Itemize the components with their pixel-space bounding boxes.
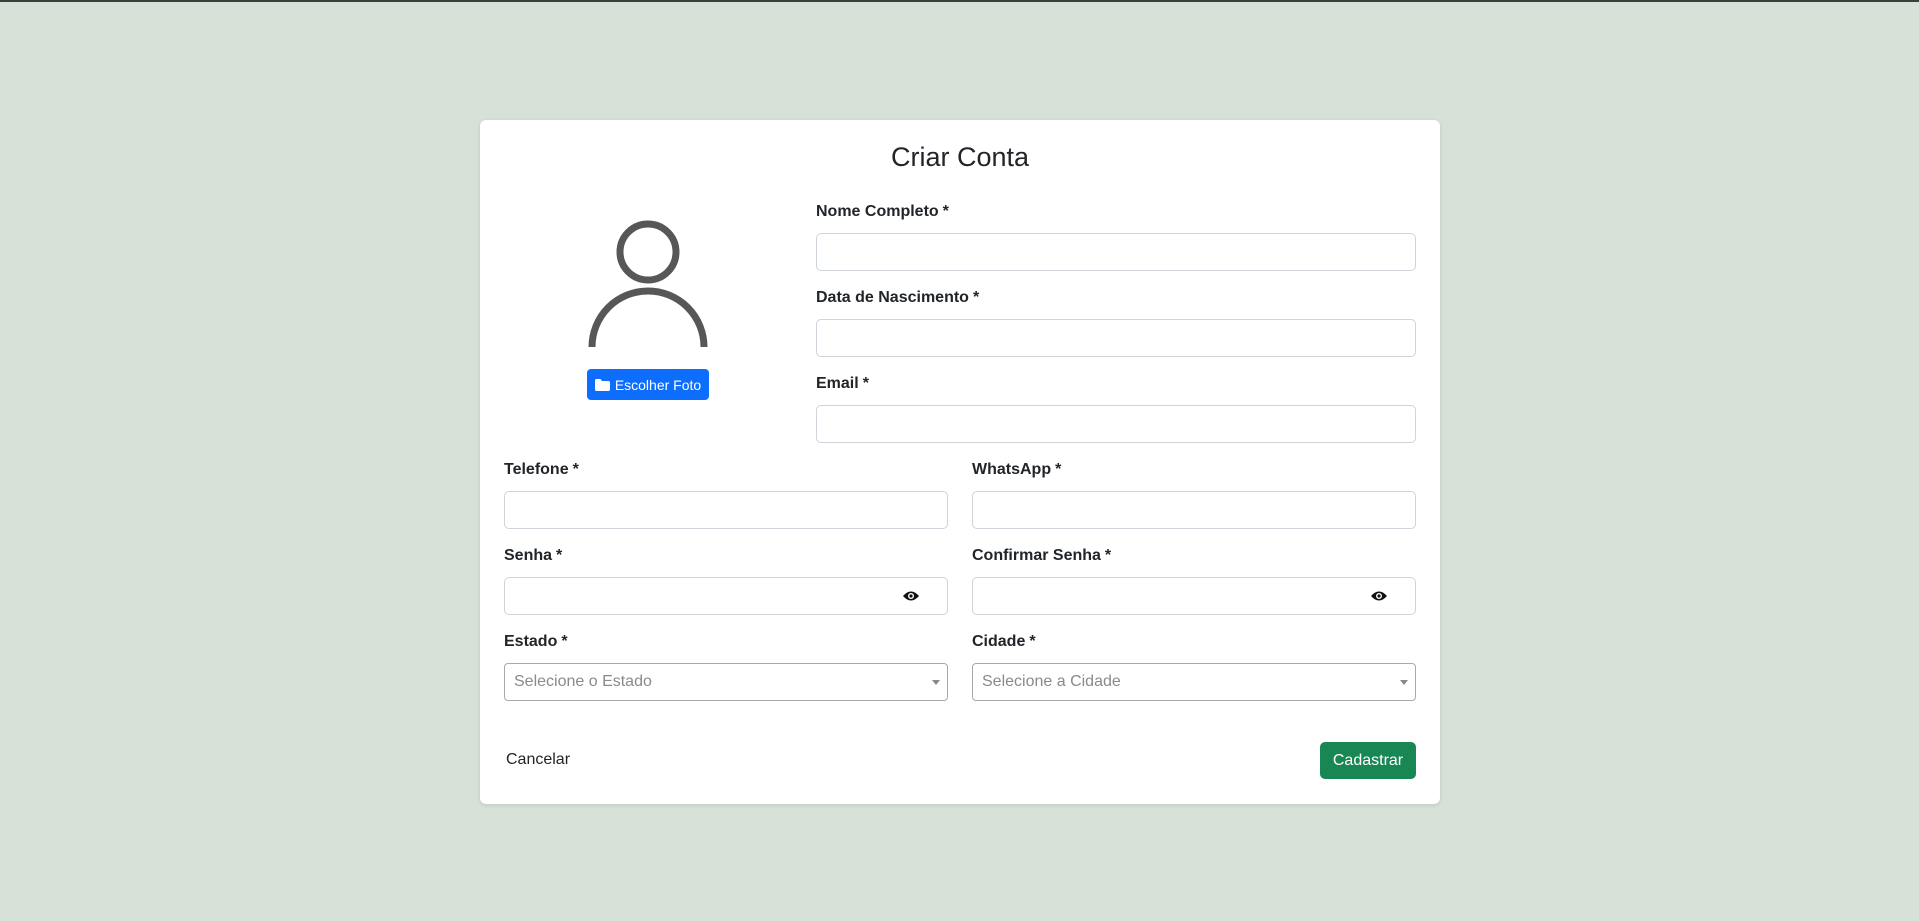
phone-input[interactable] — [504, 491, 948, 529]
eye-icon[interactable] — [902, 589, 920, 603]
state-select[interactable]: Selecione o Estado — [504, 663, 948, 701]
city-select[interactable]: Selecione a Cidade — [972, 663, 1416, 701]
city-select-placeholder: Selecione a Cidade — [982, 673, 1121, 690]
user-avatar-icon — [583, 220, 713, 350]
phone-label: Telefone * — [504, 461, 579, 478]
cancel-button[interactable]: Cancelar — [506, 742, 570, 778]
state-select-placeholder: Selecione o Estado — [514, 673, 652, 690]
choose-photo-button[interactable]: Escolher Foto — [587, 369, 709, 400]
eye-icon[interactable] — [1370, 589, 1388, 603]
page-title: Criar Conta — [890, 142, 1030, 172]
folder-icon — [594, 378, 610, 391]
birth-date-label: Data de Nascimento * — [816, 289, 980, 306]
confirm-password-input[interactable] — [972, 577, 1416, 615]
choose-photo-label: Escolher Foto — [614, 376, 702, 393]
full-name-input[interactable] — [816, 233, 1416, 271]
whatsapp-input[interactable] — [972, 491, 1416, 529]
confirm-password-label: Confirmar Senha * — [972, 547, 1112, 564]
password-input[interactable] — [504, 577, 948, 615]
chevron-down-icon — [1400, 680, 1408, 685]
submit-button[interactable]: Cadastrar — [1320, 742, 1416, 779]
birth-date-input[interactable] — [816, 319, 1416, 357]
window-top-border — [0, 0, 1919, 2]
whatsapp-label: WhatsApp * — [972, 461, 1062, 478]
full-name-label: Nome Completo * — [816, 203, 949, 220]
chevron-down-icon — [932, 680, 940, 685]
email-label: Email * — [816, 375, 869, 392]
email-input[interactable] — [816, 405, 1416, 443]
password-label: Senha * — [504, 547, 563, 564]
city-label: Cidade * — [972, 633, 1036, 650]
signup-card: Criar Conta Escolher Foto Nome Completo *… — [480, 120, 1440, 804]
state-label: Estado * — [504, 633, 568, 650]
